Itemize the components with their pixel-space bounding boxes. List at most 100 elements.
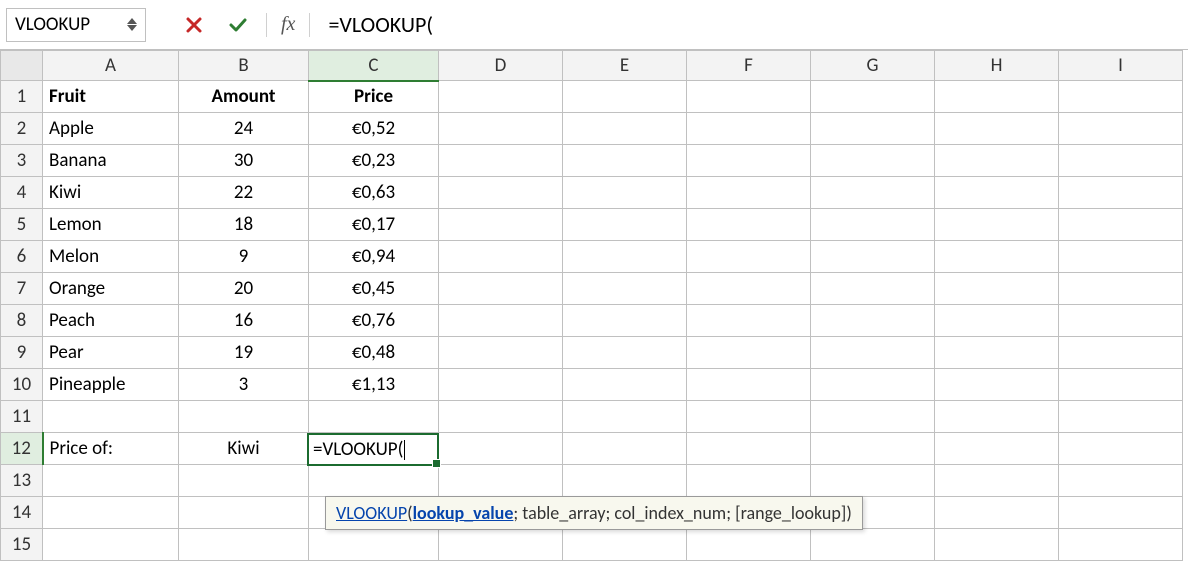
row-header[interactable]: 13 [1,465,43,497]
cell[interactable] [1059,433,1183,465]
cell[interactable]: Price of: [43,433,179,465]
cell[interactable] [439,401,563,433]
cell[interactable] [811,401,935,433]
cell[interactable] [935,209,1059,241]
cell[interactable] [1059,401,1183,433]
cell[interactable] [1059,81,1183,113]
cell[interactable]: Amount [179,81,309,113]
cell[interactable] [935,305,1059,337]
cell[interactable]: €0,76 [309,305,439,337]
cell[interactable] [563,177,687,209]
cell[interactable] [935,145,1059,177]
cell[interactable] [563,113,687,145]
cell[interactable] [687,401,811,433]
cell[interactable]: Apple [43,113,179,145]
cell[interactable] [1059,305,1183,337]
cell[interactable] [1059,241,1183,273]
cell[interactable] [687,529,811,561]
cell[interactable] [687,369,811,401]
cell[interactable] [935,433,1059,465]
cell[interactable] [439,145,563,177]
col-header-H[interactable]: H [935,51,1059,81]
cell[interactable] [935,401,1059,433]
cell[interactable] [1059,529,1183,561]
row-header[interactable]: 5 [1,209,43,241]
cell[interactable] [811,305,935,337]
cell[interactable]: Kiwi [43,177,179,209]
cell[interactable] [811,529,935,561]
cell[interactable]: 20 [179,273,309,305]
cell[interactable] [935,369,1059,401]
row-header[interactable]: 3 [1,145,43,177]
cell[interactable]: 9 [179,241,309,273]
cell[interactable]: 19 [179,337,309,369]
cell[interactable] [1059,337,1183,369]
cell[interactable] [439,273,563,305]
cell[interactable]: Melon [43,241,179,273]
cell[interactable] [811,209,935,241]
cell[interactable] [687,209,811,241]
cell[interactable] [309,465,439,497]
cell[interactable] [811,81,935,113]
cell[interactable] [439,529,563,561]
col-header-A[interactable]: A [43,51,179,81]
cell[interactable] [439,305,563,337]
cell[interactable] [687,81,811,113]
cell[interactable] [439,113,563,145]
cell[interactable] [179,497,309,529]
cell[interactable] [43,529,179,561]
tooltip-function-link[interactable]: VLOOKUP [336,502,407,524]
cell[interactable] [179,465,309,497]
cell[interactable] [43,465,179,497]
cell[interactable] [439,337,563,369]
cell[interactable]: Orange [43,273,179,305]
col-header-G[interactable]: G [811,51,935,81]
cell[interactable]: 18 [179,209,309,241]
row-header[interactable]: 9 [1,337,43,369]
cell[interactable] [687,465,811,497]
cell[interactable] [935,113,1059,145]
cell[interactable]: Price [309,81,439,113]
cell[interactable] [439,177,563,209]
cell[interactable] [687,145,811,177]
cell[interactable] [811,273,935,305]
cell[interactable] [179,401,309,433]
cell[interactable] [687,177,811,209]
cell[interactable] [935,81,1059,113]
col-header-F[interactable]: F [687,51,811,81]
cell[interactable] [563,81,687,113]
cell[interactable] [563,401,687,433]
select-all-corner[interactable] [1,51,43,81]
cell[interactable] [687,241,811,273]
cell[interactable] [563,465,687,497]
row-header[interactable]: 10 [1,369,43,401]
cell[interactable] [563,209,687,241]
confirm-formula-button[interactable] [218,8,258,42]
cell[interactable] [1059,113,1183,145]
col-header-D[interactable]: D [439,51,563,81]
cell[interactable] [563,145,687,177]
cancel-formula-button[interactable] [174,8,214,42]
cell[interactable] [439,209,563,241]
cell[interactable]: 24 [179,113,309,145]
cell[interactable]: €0,17 [309,209,439,241]
cell[interactable] [309,401,439,433]
cell[interactable] [935,337,1059,369]
row-header[interactable]: 15 [1,529,43,561]
cell[interactable]: 22 [179,177,309,209]
row-header[interactable]: 11 [1,401,43,433]
cell[interactable] [811,145,935,177]
cell[interactable] [811,369,935,401]
cell[interactable] [439,433,563,465]
cell[interactable]: €0,48 [309,337,439,369]
cell[interactable] [43,401,179,433]
cell[interactable] [935,465,1059,497]
cell-active[interactable] [309,433,439,465]
cell[interactable] [563,273,687,305]
cell[interactable] [935,241,1059,273]
cell[interactable] [439,81,563,113]
cell[interactable] [687,433,811,465]
cell[interactable]: Fruit [43,81,179,113]
cell[interactable] [563,337,687,369]
cell[interactable]: €0,63 [309,177,439,209]
